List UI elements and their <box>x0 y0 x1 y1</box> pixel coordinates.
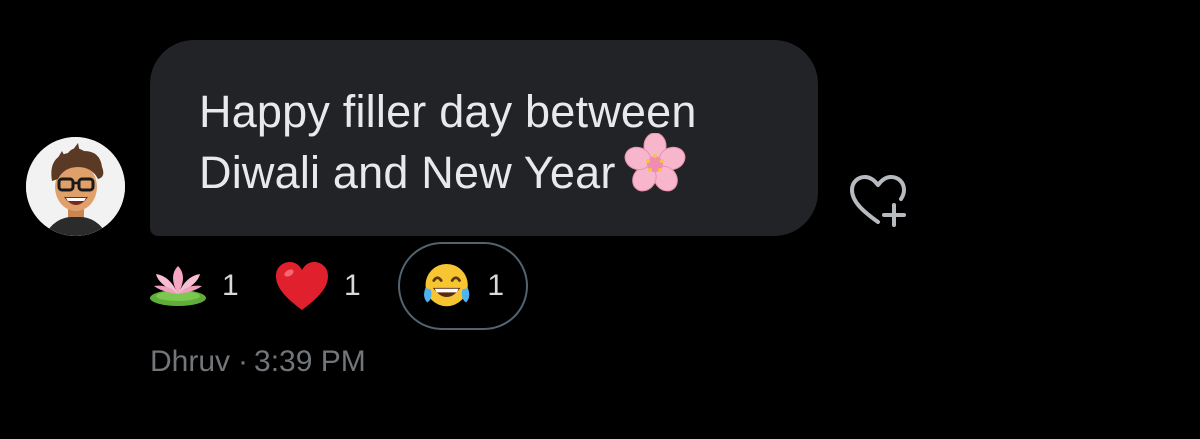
red-heart-icon <box>276 262 328 310</box>
cartoon-avatar-icon <box>26 137 125 236</box>
reaction-count-lotus: 1 <box>222 269 239 302</box>
message-bubble[interactable]: Happy filler day between Diwali and New … <box>150 40 818 236</box>
message-line-1: Happy filler day between <box>199 86 697 137</box>
add-reaction-button[interactable] <box>846 172 910 230</box>
message-line-2: Diwali and New Year <box>199 147 616 198</box>
meta-separator: · <box>238 345 249 378</box>
reaction-count-tears-of-joy: 1 <box>487 269 504 302</box>
heart-plus-icon <box>850 175 906 227</box>
tears-of-joy-icon <box>424 263 470 307</box>
message-text: Happy filler day between Diwali and New … <box>199 81 778 210</box>
message-timestamp: 3:39 PM <box>254 345 366 378</box>
sender-name[interactable]: Dhruv <box>150 345 230 378</box>
cherry-blossom-icon <box>624 132 686 210</box>
reaction-lotus[interactable]: 1 <box>148 242 239 330</box>
reaction-count-heart: 1 <box>344 269 361 302</box>
sender-avatar[interactable] <box>26 137 125 236</box>
reaction-tears-of-joy[interactable]: 1 <box>398 242 528 330</box>
lotus-icon <box>150 266 206 306</box>
message-meta: Dhruv · 3:39 PM <box>150 345 366 379</box>
reaction-heart[interactable]: 1 <box>274 242 361 330</box>
